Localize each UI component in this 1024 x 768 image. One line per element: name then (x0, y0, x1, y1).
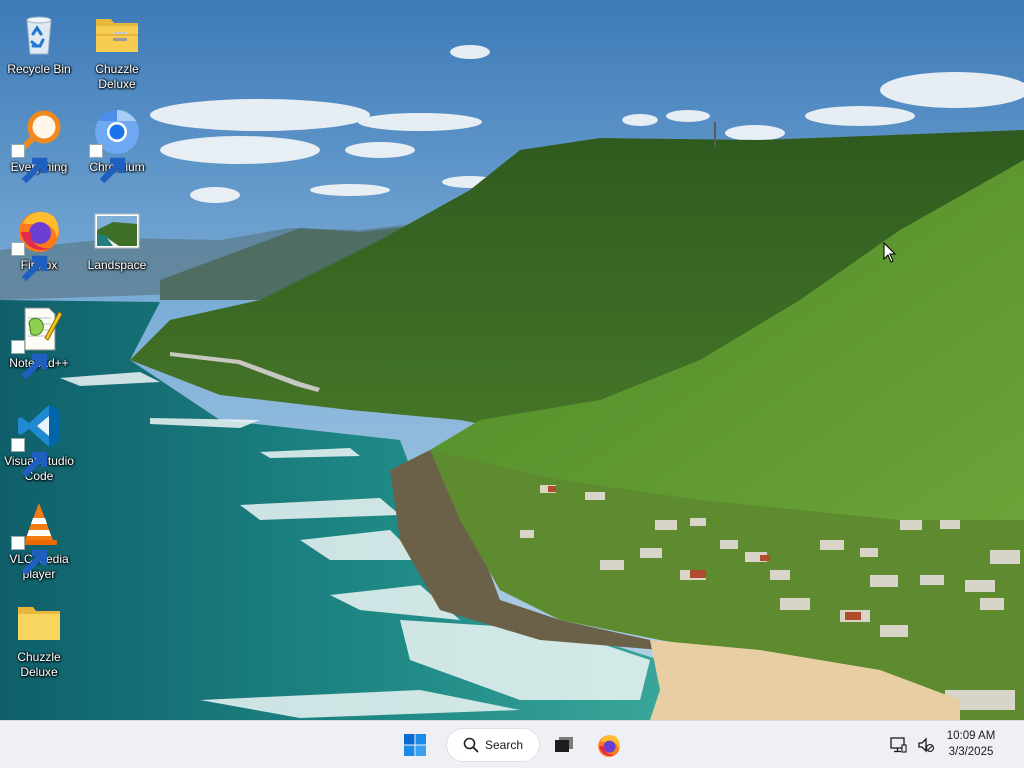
volume-muted-icon (918, 737, 935, 753)
network-icon (890, 737, 907, 753)
network-button[interactable] (888, 735, 908, 755)
task-view-button[interactable] (546, 727, 582, 763)
vscode-icon (11, 402, 63, 478)
desktop-icon-vlc-media-player[interactable]: VLC media player (0, 494, 78, 584)
desktop-icon-notepad-plus-plus[interactable]: Notepad++ (0, 298, 78, 388)
clock-date: 3/3/2025 (948, 746, 994, 758)
desktop-icon-firefox[interactable]: Firefox (0, 200, 78, 290)
taskbar: Search 10:09 AM 3/3/2025 (0, 720, 1024, 768)
desktop-icon-chuzzle-deluxe-folder[interactable]: Chuzzle Deluxe (0, 592, 78, 682)
desktop-icon-recycle-bin[interactable]: Recycle Bin (0, 4, 78, 94)
firefox-icon (11, 206, 63, 282)
start-button[interactable] (397, 727, 433, 763)
firefox-icon (598, 735, 620, 757)
desktop-icon-label: Chuzzle Deluxe (95, 62, 139, 91)
recycle-bin-icon (15, 10, 63, 58)
desktop-icon-label: Recycle Bin (7, 62, 71, 76)
taskbar-clock[interactable]: 10:09 AM 3/3/2025 (936, 728, 1006, 760)
desktop-icon-label: Landspace (87, 258, 147, 272)
image-file-icon (93, 206, 141, 254)
shortcut-arrow-icon (11, 438, 48, 478)
desktop-icon-landspace[interactable]: Landspace (78, 200, 156, 290)
mouse-cursor-icon (883, 242, 897, 263)
shortcut-arrow-icon (89, 144, 126, 184)
task-view-icon (555, 737, 573, 752)
search-icon (463, 737, 479, 753)
shortcut-arrow-icon (11, 144, 48, 184)
desktop-icon-chromium[interactable]: Chromium (78, 102, 156, 192)
windows-start-icon (404, 734, 426, 756)
zip-folder-icon (93, 10, 141, 58)
shortcut-arrow-icon (11, 340, 48, 380)
system-tray (888, 721, 936, 768)
desktop-icon-everything[interactable]: Everything (0, 102, 78, 192)
volume-button[interactable] (916, 735, 936, 755)
desktop-icon-chuzzle-deluxe-zip[interactable]: Chuzzle Deluxe (78, 4, 156, 94)
everything-search-icon (11, 108, 63, 184)
desktop-icon-label: Chuzzle Deluxe (17, 650, 61, 679)
notepad-plus-plus-icon (11, 304, 63, 380)
shortcut-arrow-icon (11, 536, 48, 576)
shortcut-arrow-icon (11, 242, 48, 282)
clock-time: 10:09 AM (946, 730, 996, 742)
folder-icon (15, 598, 63, 646)
taskbar-search-box[interactable]: Search (446, 728, 540, 762)
search-label: Search (485, 738, 524, 752)
vlc-icon (11, 500, 63, 576)
desktop-icon-visual-studio-code[interactable]: Visual Studio Code (0, 396, 78, 486)
taskbar-app-firefox[interactable] (591, 727, 627, 763)
chromium-icon (89, 108, 141, 184)
